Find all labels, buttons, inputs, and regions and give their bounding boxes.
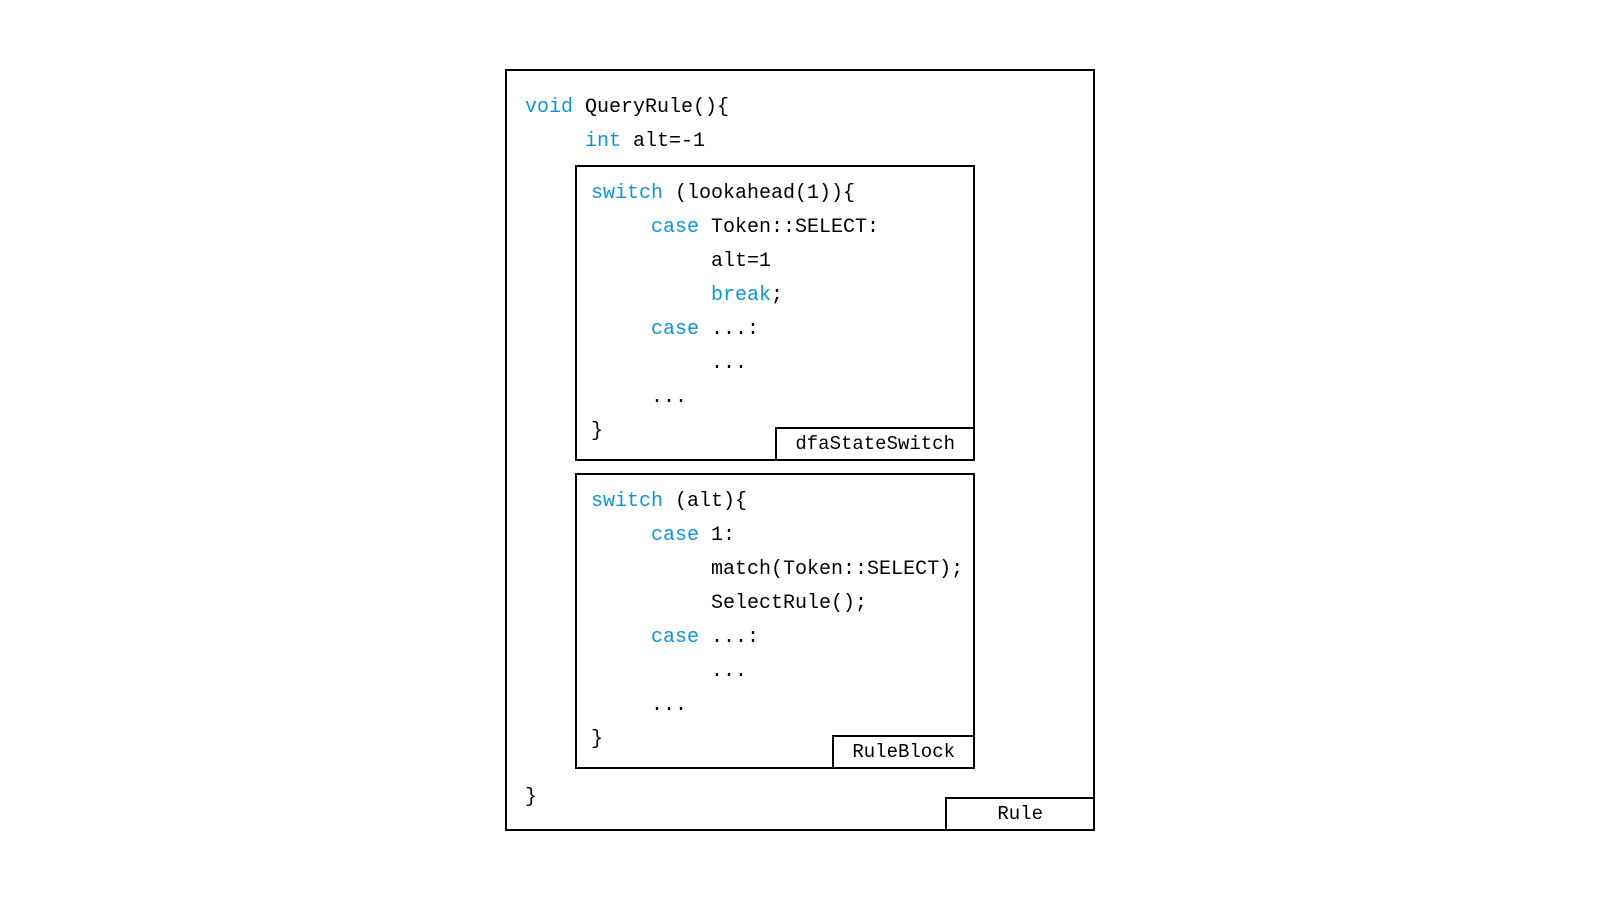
rule-box: void QueryRule(){ int alt=-1 switch (loo… [505, 69, 1095, 831]
selectrule-call: SelectRule(); [711, 592, 867, 615]
dfa-state-switch-box: switch (lookahead(1)){ case Token::SELEC… [575, 165, 975, 461]
keyword-switch: switch [591, 490, 663, 513]
alt-assign: alt=1 [591, 245, 959, 279]
function-signature: void QueryRule(){ [525, 91, 1075, 125]
keyword-case: case [651, 626, 699, 649]
variable-declaration: int alt=-1 [525, 125, 1075, 159]
rule-label: Rule [945, 797, 1095, 831]
keyword-int: int [585, 130, 621, 153]
dots: ... [651, 386, 687, 409]
function-name: QueryRule(){ [573, 96, 729, 119]
selectrule-line: SelectRule(); [591, 587, 959, 621]
ellipsis-2: ... [591, 689, 959, 723]
keyword-case: case [651, 318, 699, 341]
ellipsis-1: ... [591, 347, 959, 381]
case-ellipsis: case ...: [591, 313, 959, 347]
break-semi: ; [771, 284, 783, 307]
variable-rest: alt=-1 [621, 130, 705, 153]
brace: } [591, 420, 603, 443]
alt-text: alt=1 [711, 250, 771, 273]
switch-args: (lookahead(1)){ [663, 182, 855, 205]
keyword-case: case [651, 524, 699, 547]
case-1: case 1: [591, 519, 959, 553]
case-select: case Token::SELECT: [591, 211, 959, 245]
ruleblock-label: RuleBlock [832, 735, 975, 769]
switch-args: (alt){ [663, 490, 747, 513]
keyword-switch: switch [591, 182, 663, 205]
dots: ... [711, 660, 747, 683]
case-dots: ...: [699, 318, 759, 341]
dots: ... [711, 352, 747, 375]
brace: } [591, 728, 603, 751]
keyword-break: break [711, 284, 771, 307]
case-value: Token::SELECT: [699, 216, 879, 239]
ellipsis-2: ... [591, 381, 959, 415]
break-line: break; [591, 279, 959, 313]
case-dots: ...: [699, 626, 759, 649]
dfa-label: dfaStateSwitch [775, 427, 975, 461]
match-line: match(Token::SELECT); [591, 553, 959, 587]
ellipsis-1: ... [591, 655, 959, 689]
keyword-case: case [651, 216, 699, 239]
case-value: 1: [699, 524, 735, 547]
rule-block-box: switch (alt){ case 1: match(Token::SELEC… [575, 473, 975, 769]
match-call: match(Token::SELECT); [711, 558, 963, 581]
keyword-void: void [525, 96, 573, 119]
switch-alt: switch (alt){ [591, 485, 959, 519]
case-ellipsis: case ...: [591, 621, 959, 655]
dots: ... [651, 694, 687, 717]
brace: } [525, 786, 537, 809]
switch-lookahead: switch (lookahead(1)){ [591, 177, 959, 211]
